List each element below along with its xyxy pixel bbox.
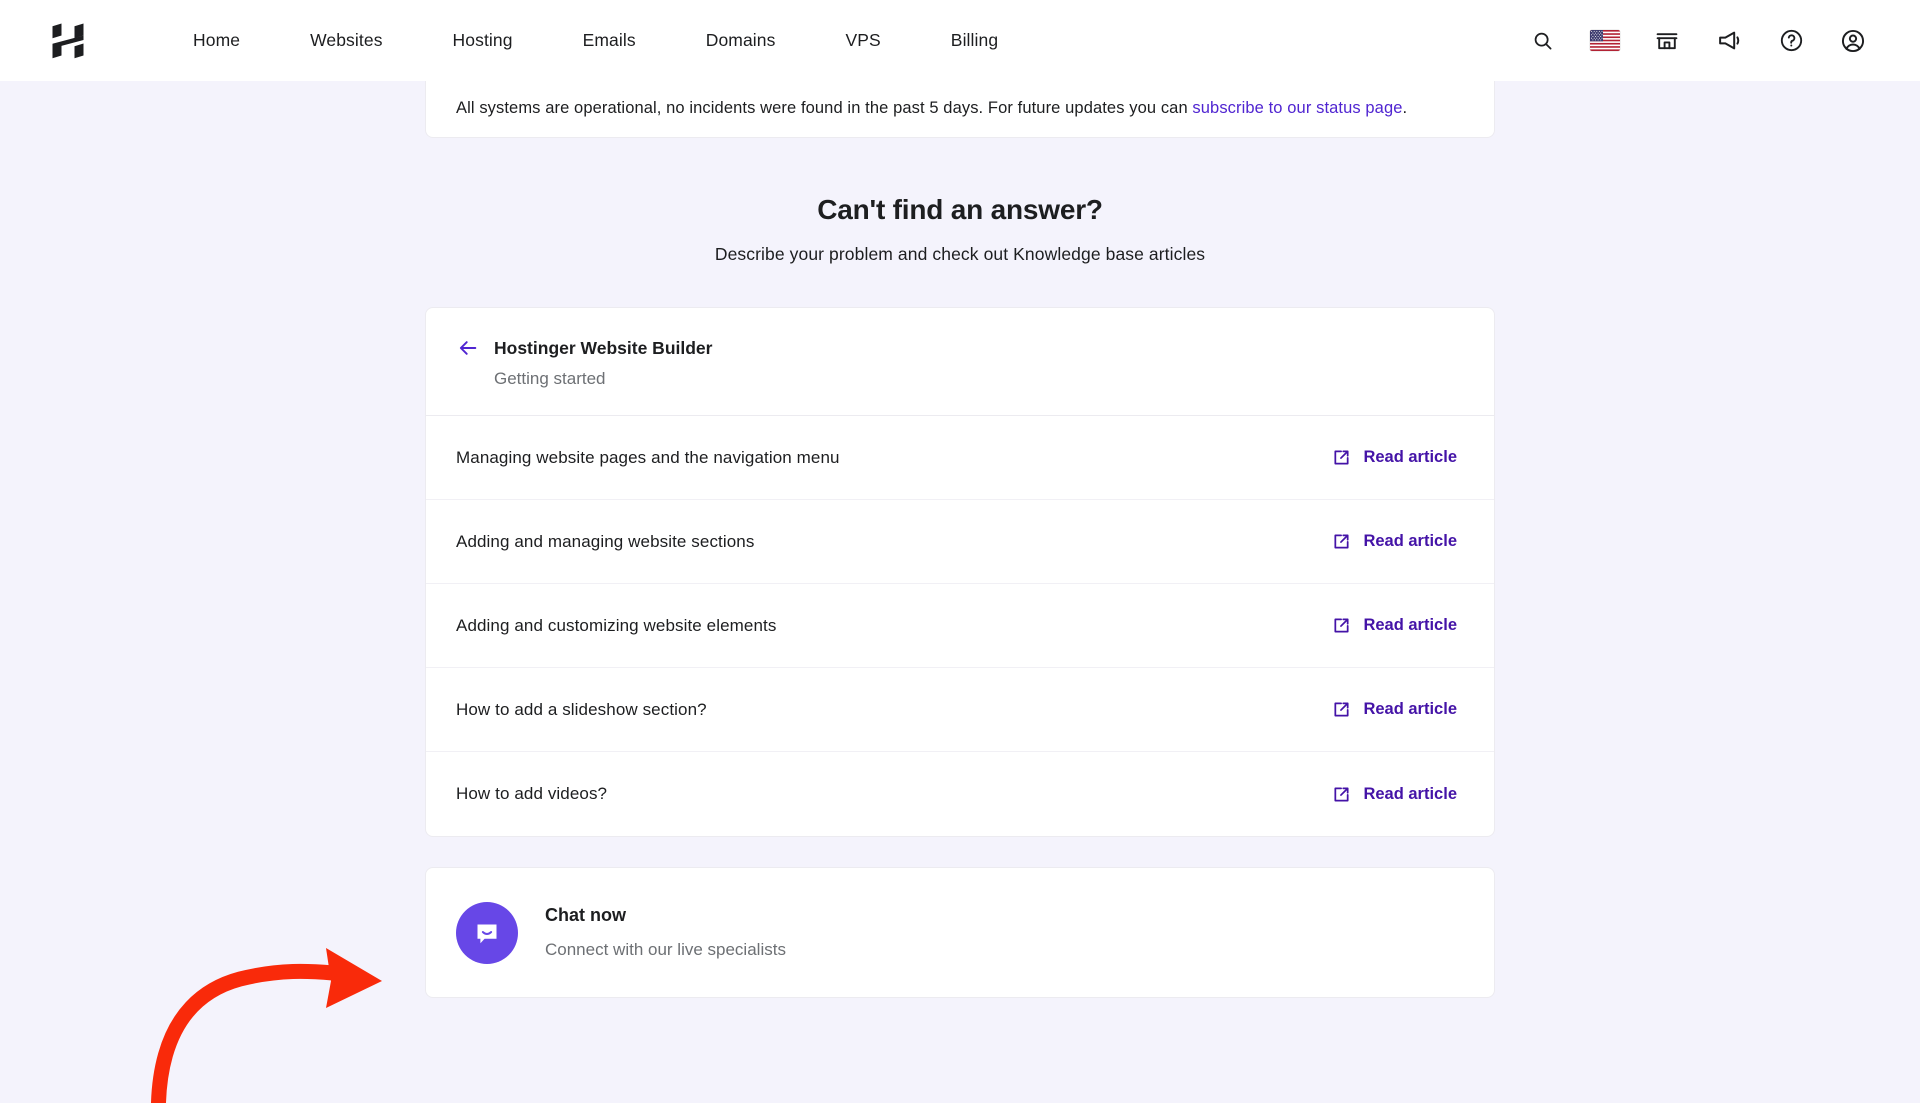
chat-now-card[interactable]: Chat now Connect with our live specialis… (425, 867, 1495, 998)
read-article-label: Read article (1363, 616, 1457, 634)
external-link-icon (1331, 448, 1351, 468)
nav-item-websites[interactable]: Websites (275, 20, 417, 61)
article-row[interactable]: How to add videos? Read article (426, 752, 1494, 836)
chat-card-text: Chat now Connect with our live specialis… (545, 905, 786, 960)
system-status-trailing: . (1402, 99, 1408, 117)
annotation-arrow (120, 901, 420, 1103)
chat-card-title: Chat now (545, 905, 626, 925)
external-link-icon (1331, 616, 1351, 636)
category-header-row: Hostinger Website Builder (456, 336, 1464, 360)
external-link-icon (1331, 784, 1351, 804)
knowledge-base-card-header: Hostinger Website Builder Getting starte… (426, 308, 1494, 416)
nav-item-emails[interactable]: Emails (548, 20, 671, 61)
read-article-label: Read article (1363, 784, 1457, 803)
chat-card-subtitle: Connect with our live specialists (545, 940, 786, 959)
read-article-link[interactable]: Read article (1331, 784, 1457, 804)
article-row[interactable]: Managing website pages and the navigatio… (426, 416, 1494, 500)
article-row[interactable]: Adding and managing website sections Rea… (426, 500, 1494, 584)
nav-item-hosting[interactable]: Hosting (418, 20, 548, 61)
nav-icon-group (1528, 26, 1890, 56)
category-title: Hostinger Website Builder (494, 337, 713, 358)
primary-nav: Home Websites Hosting Emails Domains VPS… (158, 20, 1033, 61)
hostinger-logo[interactable] (40, 17, 96, 65)
help-icon[interactable] (1776, 26, 1806, 56)
page-title: Can't find an answer? (817, 194, 1103, 225)
system-status-message: All systems are operational, no incident… (456, 99, 1193, 117)
nav-item-billing[interactable]: Billing (916, 20, 1033, 61)
article-title: Managing website pages and the navigatio… (456, 447, 840, 467)
flag-us-icon[interactable] (1590, 26, 1620, 56)
category-subtitle: Getting started (494, 369, 606, 388)
page-body: All systems are operational, no incident… (0, 81, 1920, 1103)
headline-block: Can't find an answer? Describe your prob… (425, 194, 1495, 265)
page-subtitle: Describe your problem and check out Know… (714, 244, 1206, 264)
system-status-text: All systems are operational, no incident… (456, 99, 1407, 118)
arrow-left-icon[interactable] (456, 336, 480, 360)
system-status-card: All systems are operational, no incident… (425, 81, 1495, 138)
read-article-label: Read article (1363, 700, 1457, 718)
external-link-icon (1331, 532, 1351, 552)
account-icon[interactable] (1838, 26, 1868, 56)
read-article-link[interactable]: Read article (1331, 532, 1457, 552)
article-row[interactable]: Adding and customizing website elements … (426, 584, 1494, 668)
article-title: How to add videos? (456, 784, 608, 803)
article-title: How to add a slideshow section? (456, 699, 707, 719)
nav-item-domains[interactable]: Domains (671, 20, 811, 61)
top-navigation-bar: Home Websites Hosting Emails Domains VPS… (0, 0, 1920, 81)
nav-item-vps[interactable]: VPS (810, 20, 915, 61)
article-title: Adding and managing website sections (456, 531, 755, 551)
store-icon[interactable] (1652, 26, 1682, 56)
read-article-link[interactable]: Read article (1331, 448, 1457, 468)
nav-item-home[interactable]: Home (158, 20, 275, 61)
knowledge-base-card: Hostinger Website Builder Getting starte… (425, 307, 1495, 837)
external-link-icon (1331, 700, 1351, 720)
read-article-label: Read article (1363, 448, 1457, 466)
read-article-label: Read article (1363, 532, 1457, 550)
article-title: Adding and customizing website elements (456, 615, 777, 635)
content-column: All systems are operational, no incident… (425, 81, 1495, 998)
article-list: Managing website pages and the navigatio… (426, 416, 1494, 836)
search-icon[interactable] (1528, 26, 1558, 56)
chat-bubble-icon (456, 901, 518, 964)
article-row[interactable]: How to add a slideshow section? Read art… (426, 668, 1494, 752)
status-page-link[interactable]: subscribe to our status page (1192, 99, 1402, 117)
read-article-link[interactable]: Read article (1331, 616, 1457, 636)
read-article-link[interactable]: Read article (1331, 700, 1457, 720)
megaphone-icon[interactable] (1714, 26, 1744, 56)
